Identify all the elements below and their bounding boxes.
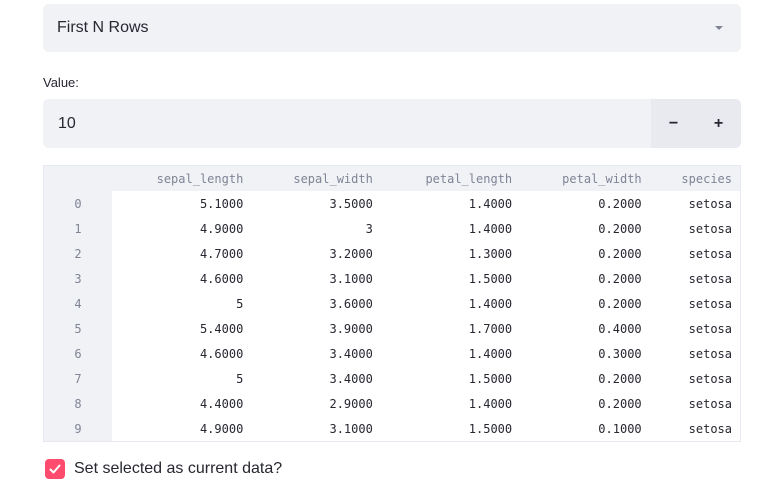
table-cell[interactable]: 3.4000 [251,366,381,391]
set-current-data-checkbox[interactable] [45,459,65,479]
column-header[interactable]: sepal_width [251,166,381,191]
table-cell[interactable]: 3.1000 [251,416,381,441]
table-cell[interactable]: setosa [650,291,740,316]
table-cell[interactable]: 4.6000 [112,341,251,366]
table-row[interactable]: 6 4.6000 3.4000 1.4000 0.3000 setosa [44,341,740,366]
table-row[interactable]: 9 4.9000 3.1000 1.5000 0.1000 setosa [44,416,740,441]
column-header[interactable]: species [649,166,740,191]
table-cell[interactable]: 2.9000 [251,391,381,416]
table-cell[interactable]: 3.2000 [251,241,381,266]
table-cell[interactable]: 0.2000 [520,291,650,316]
table-cell[interactable]: 3.4000 [251,341,381,366]
row-index: 5 [44,316,112,341]
table-cell[interactable]: 1.4000 [381,216,520,241]
row-index: 1 [44,216,112,241]
row-index: 0 [44,191,112,216]
row-filter-select-value: First N Rows [57,19,149,36]
value-field[interactable]: 10 [43,99,651,148]
table-cell[interactable]: 0.1000 [520,416,650,441]
row-index: 7 [44,366,112,391]
table-cell[interactable]: 3.5000 [251,191,381,216]
table-cell[interactable]: 0.2000 [520,266,650,291]
table-cell[interactable]: 0.2000 [520,216,650,241]
table-cell[interactable]: 1.4000 [381,341,520,366]
table-cell[interactable]: 0.2000 [520,241,650,266]
data-table[interactable]: sepal_length sepal_width petal_length pe… [43,165,741,442]
table-cell[interactable]: setosa [650,366,740,391]
table-row[interactable]: 1 4.9000 3 1.4000 0.2000 setosa [44,216,740,241]
column-header[interactable]: sepal_length [112,166,252,191]
increment-button[interactable]: + [696,99,741,148]
set-current-data-checkbox-row[interactable]: Set selected as current data? [45,459,282,479]
table-cell[interactable]: setosa [650,316,740,341]
table-cell[interactable]: 1.5000 [381,366,520,391]
table-cell[interactable]: 0.4000 [520,316,650,341]
table-row[interactable]: 8 4.4000 2.9000 1.4000 0.2000 setosa [44,391,740,416]
table-cell[interactable]: 3.6000 [251,291,381,316]
table-cell[interactable]: 0.2000 [520,366,650,391]
set-current-data-label: Set selected as current data? [74,460,283,477]
table-cell[interactable]: setosa [650,341,740,366]
table-cell[interactable]: setosa [650,216,740,241]
table-cell[interactable]: 5 [112,366,251,391]
index-header [44,166,112,191]
value-number-input: 10 − + [43,99,741,148]
table-cell[interactable]: 5 [112,291,251,316]
decrement-button[interactable]: − [651,99,696,148]
checkmark-icon [49,464,61,474]
column-header[interactable]: petal_width [520,166,650,191]
table-cell[interactable]: 1.4000 [381,191,520,216]
table-cell[interactable]: 0.3000 [520,341,650,366]
table-row[interactable]: 7 5 3.4000 1.5000 0.2000 setosa [44,366,740,391]
table-cell[interactable]: 1.3000 [381,241,520,266]
table-row[interactable]: 2 4.7000 3.2000 1.3000 0.2000 setosa [44,241,740,266]
table-cell[interactable]: 3 [251,216,381,241]
row-index: 9 [44,416,112,441]
table-cell[interactable]: 4.9000 [112,216,251,241]
column-header[interactable]: petal_length [380,166,521,191]
table-cell[interactable]: 5.1000 [112,191,251,216]
row-index: 3 [44,266,112,291]
chevron-down-icon [715,26,723,30]
table-cell[interactable]: setosa [650,191,740,216]
row-index: 6 [44,341,112,366]
table-cell[interactable]: 4.7000 [112,241,251,266]
table-row[interactable]: 0 5.1000 3.5000 1.4000 0.2000 setosa [44,191,740,216]
row-index: 2 [44,241,112,266]
table-cell[interactable]: 4.4000 [112,391,251,416]
table-cell[interactable]: 4.6000 [112,266,251,291]
table-cell[interactable]: setosa [650,241,740,266]
table-cell[interactable]: 1.7000 [381,316,520,341]
table-row[interactable]: 4 5 3.6000 1.4000 0.2000 setosa [44,291,740,316]
table-body: 0 5.1000 3.5000 1.4000 0.2000 setosa 1 4.9000 3 1… [44,191,740,441]
table-cell[interactable]: 4.9000 [112,416,251,441]
table-row[interactable]: 3 4.6000 3.1000 1.5000 0.2000 setosa [44,266,740,291]
table-cell[interactable]: 1.4000 [381,291,520,316]
table-cell[interactable]: setosa [650,266,740,291]
app-root: First N Rows Value: 10 − + sepal_length … [0,0,780,490]
row-index: 8 [44,391,112,416]
table-cell[interactable]: 1.5000 [381,266,520,291]
table-cell[interactable]: 0.2000 [520,191,650,216]
table-cell[interactable]: 1.4000 [381,391,520,416]
table-cell[interactable]: 1.5000 [381,416,520,441]
table-cell[interactable]: setosa [650,391,740,416]
row-filter-select[interactable]: First N Rows [43,4,741,52]
table-row[interactable]: 5 5.4000 3.9000 1.7000 0.4000 setosa [44,316,740,341]
table-header-row: sepal_length sepal_width petal_length pe… [44,166,740,191]
table-cell[interactable]: 3.1000 [251,266,381,291]
row-index: 4 [44,291,112,316]
table-cell[interactable]: 5.4000 [112,316,251,341]
table-cell[interactable]: setosa [650,416,740,441]
table-cell[interactable]: 0.2000 [520,391,650,416]
value-label: Value: [43,75,79,90]
table-cell[interactable]: 3.9000 [251,316,381,341]
